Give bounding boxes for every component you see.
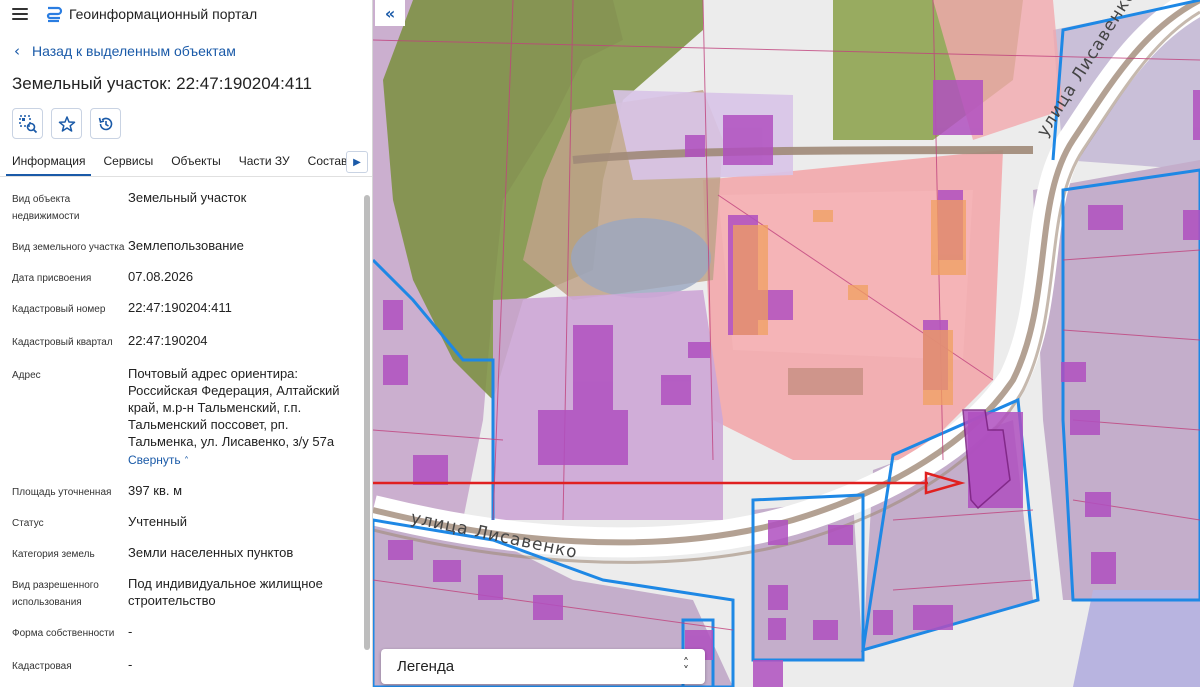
property-key: Вид разрешенного использования (12, 580, 99, 608)
property-value: Землепользование (128, 238, 244, 253)
property-value: - (128, 624, 133, 639)
app-title: Геоинформационный портал (69, 6, 258, 22)
locate-icon (18, 114, 37, 133)
property-value: Земельный участок (128, 190, 247, 205)
object-title: Земельный участок: 22:47:190204:411 (12, 74, 312, 93)
tab-parts[interactable]: Части ЗУ (239, 154, 290, 176)
top-bar: Геоинформационный портал (0, 0, 372, 28)
action-toolbar (0, 108, 372, 139)
property-value: 22:47:190204:411 (128, 300, 232, 315)
properties-list: Вид объекта недвижимости Земельный участ… (0, 177, 372, 675)
property-key: Кадастровый квартал (12, 337, 113, 348)
chevron-up-icon: ˄ (183, 456, 189, 467)
property-row: Кадастровый номер 22:47:190204:411 (12, 299, 372, 318)
property-key: Вид земельного участка (12, 242, 125, 253)
property-key: Адрес (12, 370, 41, 381)
property-row-address: Адрес Почтовый адрес ориентира: Российск… (12, 365, 372, 470)
chevron-left-icon: ‹ (14, 42, 20, 60)
property-row: Форма собственности - (12, 623, 372, 642)
property-value: Под индивидуальное жилищное строительств… (128, 576, 323, 608)
property-key: Форма собственности (12, 628, 115, 639)
tab-bar: Информация Сервисы Объекты Части ЗУ Сост… (0, 149, 372, 177)
property-value: Учтенный (128, 514, 188, 529)
property-value: Земли населенных пунктов (128, 545, 294, 560)
property-value: 397 кв. м (128, 483, 183, 498)
property-row: Дата присвоения 07.08.2026 (12, 268, 372, 287)
property-row: Вид объекта недвижимости Земельный участ… (12, 189, 372, 225)
property-value: 07.08.2026 (128, 269, 194, 284)
chevron-up-down-icon: ˄ ˅ (683, 655, 689, 678)
tab-services[interactable]: Сервисы (103, 154, 153, 176)
tab-composition[interactable]: Состав (308, 154, 348, 176)
property-key: Кадастровый номер (12, 304, 106, 315)
tabs-scroll-right-button[interactable]: ▶ (346, 151, 368, 173)
collapse-panel-button[interactable]: « (375, 0, 405, 26)
map-canvas[interactable] (373, 0, 1200, 687)
tab-information[interactable]: Информация (6, 154, 92, 176)
back-link[interactable]: ‹ Назад к выделенным объектам (0, 42, 372, 60)
back-link-label: Назад к выделенным объектам (32, 43, 236, 59)
double-chevron-left-icon: « (384, 3, 396, 23)
locate-button[interactable] (12, 108, 43, 139)
favorite-button[interactable] (51, 108, 82, 139)
portal-logo-icon (45, 5, 63, 23)
property-key: Категория земель (12, 549, 95, 560)
property-row: Статус Учтенный (12, 513, 372, 532)
property-key: Кадастровая (12, 661, 72, 672)
sidebar: Геоинформационный портал ‹ Назад к выдел… (0, 0, 373, 687)
legend-label: Легенда (397, 658, 455, 675)
property-row: Кадастровая - (12, 656, 372, 675)
history-icon (98, 117, 112, 130)
collapse-link[interactable]: Свернуть ˄ (128, 452, 189, 470)
property-row: Вид земельного участка Землепользование (12, 237, 372, 256)
sidebar-scrollbar[interactable] (364, 195, 370, 650)
legend-dropdown[interactable]: Легенда ˄ ˅ (381, 649, 705, 684)
property-row: Площадь уточненная 397 кв. м (12, 482, 372, 501)
property-value: - (128, 657, 133, 672)
property-row: Вид разрешенного использования Под индив… (12, 575, 372, 611)
history-button[interactable] (90, 108, 121, 139)
property-value: 22:47:190204 (128, 333, 208, 348)
map-view[interactable]: улица Лисавенко улица Лисавенко « Легенд… (373, 0, 1200, 687)
property-row: Кадастровый квартал 22:47:190204 (12, 332, 372, 351)
property-key: Дата присвоения (12, 273, 92, 284)
menu-icon[interactable] (12, 8, 28, 20)
property-key: Статус (12, 518, 44, 529)
property-key: Вид объекта недвижимости (12, 194, 80, 222)
app-root: Геоинформационный портал ‹ Назад к выдел… (0, 0, 1200, 687)
property-row: Категория земель Земли населенных пункто… (12, 544, 372, 563)
property-value: Почтовый адрес ориентира: Российская Фед… (128, 366, 340, 449)
property-key: Площадь уточненная (12, 487, 112, 498)
star-icon (58, 115, 75, 132)
tab-objects[interactable]: Объекты (171, 154, 221, 176)
collapse-link-label: Свернуть (128, 453, 181, 467)
